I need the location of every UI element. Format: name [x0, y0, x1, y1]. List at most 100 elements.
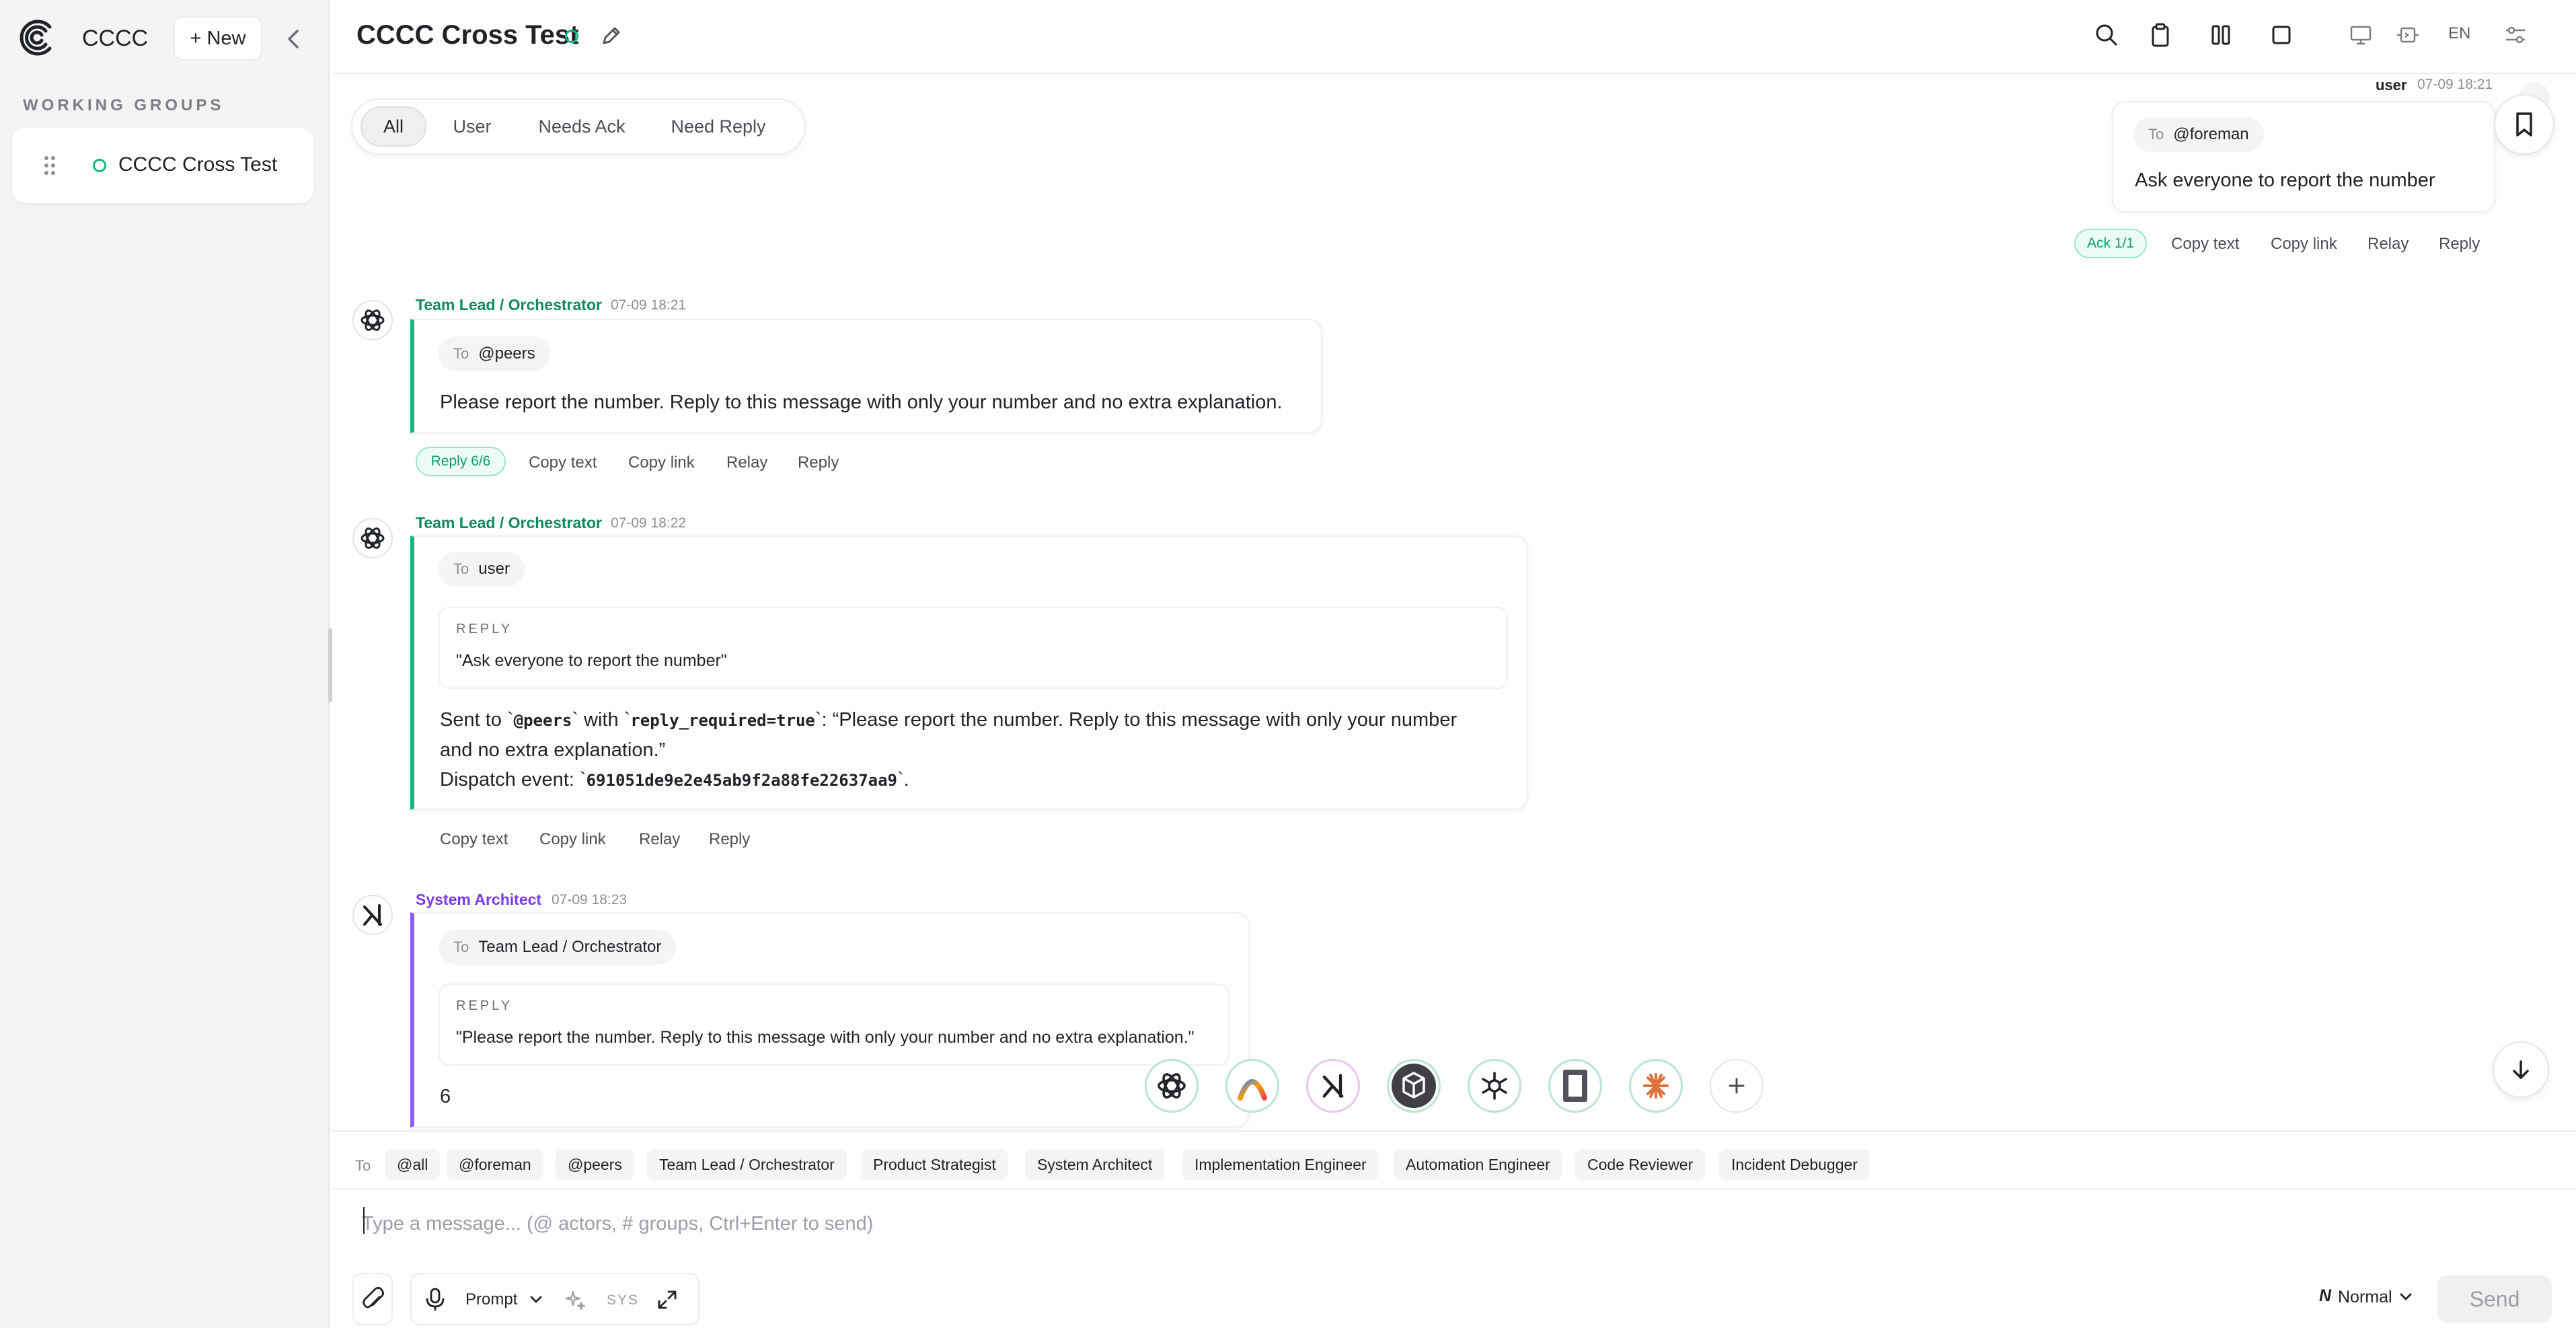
mode-dropdown[interactable]: Normal	[2338, 1288, 2392, 1307]
ack-badge[interactable]: Ack 1/1	[2074, 229, 2147, 258]
recipient-pill: To user	[439, 552, 525, 587]
composer-divider	[331, 1188, 2576, 1189]
tab-all[interactable]: All	[361, 106, 426, 147]
message-sender: user	[2376, 77, 2407, 94]
to-label: To	[355, 1157, 371, 1174]
reply-button[interactable]: Reply	[798, 453, 839, 472]
openai-avatar-icon	[352, 300, 393, 340]
tab-need-reply[interactable]: Need Reply	[651, 106, 786, 147]
copy-text-button[interactable]: Copy text	[440, 830, 508, 849]
reply-quote-text: "Please report the number. Reply to this…	[456, 1028, 1195, 1047]
sys-toggle[interactable]: SYS	[607, 1292, 639, 1308]
clipboard-icon[interactable]	[2147, 22, 2174, 48]
attach-button[interactable]	[352, 1273, 393, 1325]
reply-button[interactable]: Reply	[709, 830, 750, 849]
columns-icon[interactable]	[2207, 22, 2234, 48]
recipient-chip-automation-engineer[interactable]: Automation Engineer	[1394, 1149, 1562, 1180]
sidebar-group-cccc-cross-test[interactable]: CCCC Cross Test	[12, 128, 313, 203]
code-fragment: reply_required=true	[630, 711, 815, 730]
app-name: CCCC	[82, 26, 149, 51]
text-fragment: Dispatch event: `	[440, 769, 586, 790]
text-fragment: Sent to `	[440, 709, 514, 731]
recipient: Team Lead / Orchestrator	[478, 938, 662, 956]
actor-cube-icon[interactable]	[1387, 1059, 1441, 1113]
recipient-pill: To Team Lead / Orchestrator	[439, 930, 677, 965]
message-filter-tabs: All User Needs Ack Need Reply	[351, 98, 806, 155]
tab-needs-ack[interactable]: Needs Ack	[531, 106, 632, 147]
actor-gradient-a-icon[interactable]	[1225, 1059, 1279, 1113]
recipient-pill: To @foreman	[2133, 117, 2264, 152]
prompt-dropdown[interactable]: Prompt	[465, 1290, 517, 1309]
square-icon[interactable]	[2268, 22, 2295, 48]
expand-icon[interactable]	[655, 1288, 679, 1315]
send-button[interactable]: Send	[2437, 1276, 2552, 1323]
recipient-chip-foreman[interactable]: @foreman	[447, 1149, 543, 1180]
relay-button[interactable]: Relay	[2367, 235, 2409, 254]
reply-quote-box: REPLY "Ask everyone to report the number…	[439, 607, 1508, 689]
reply-quote-text: "Ask everyone to report the number"	[456, 651, 727, 670]
to-label: To	[453, 938, 469, 955]
copy-link-button[interactable]: Copy link	[628, 453, 695, 472]
actor-claude-icon[interactable]	[1629, 1059, 1683, 1113]
new-group-button[interactable]: + New	[174, 16, 262, 61]
text-fragment: `: “Please report the number. Reply to t…	[815, 709, 1457, 731]
actor-xai-icon[interactable]	[1306, 1059, 1360, 1113]
copy-link-button[interactable]: Copy link	[539, 830, 606, 849]
sidebar-resize-handle[interactable]	[328, 628, 332, 702]
collapse-sidebar-icon[interactable]	[281, 26, 305, 52]
recipient-chip-code-reviewer[interactable]: Code Reviewer	[1575, 1149, 1706, 1180]
actor-window-icon[interactable]	[1548, 1059, 1602, 1113]
app-window: CCCC + New WORKING GROUPS CCCC Cross Tes…	[0, 0, 2576, 1328]
reply-button[interactable]: Reply	[2439, 235, 2480, 254]
composer-toolbar: Prompt SYS	[410, 1273, 699, 1325]
actor-openai-icon[interactable]	[1145, 1059, 1199, 1113]
recipient-chip-implementation-engineer[interactable]: Implementation Engineer	[1182, 1149, 1379, 1180]
tab-user[interactable]: User	[441, 106, 503, 147]
message-text: Ask everyone to report the number	[2135, 170, 2435, 191]
reply-quote-box: REPLY "Please report the number. Reply t…	[439, 984, 1229, 1066]
group-status-dot	[93, 159, 106, 172]
recipient-chip-incident-debugger[interactable]: Incident Debugger	[1719, 1149, 1870, 1180]
group-status-dot	[565, 30, 578, 43]
message-time: 07-09 18:22	[611, 515, 687, 531]
recipient: @peers	[478, 344, 535, 363]
bookmark-icon[interactable]	[2494, 94, 2554, 155]
microphone-icon[interactable]	[424, 1286, 447, 1317]
settings-sliders-icon[interactable]	[2502, 22, 2529, 48]
actor-asterisk-icon[interactable]	[1468, 1059, 1521, 1113]
copy-link-button[interactable]: Copy link	[2271, 235, 2337, 254]
message-input[interactable]	[362, 1207, 2514, 1241]
working-groups-heading: WORKING GROUPS	[23, 96, 225, 114]
code-fragment: 691051de9e2e45ab9f2a88fe22637aa9	[586, 771, 897, 790]
copy-text-button[interactable]: Copy text	[2171, 235, 2239, 254]
openai-avatar-icon	[352, 518, 393, 558]
relay-button[interactable]: Relay	[639, 830, 680, 849]
reply-label: REPLY	[456, 998, 513, 1013]
chevron-down-icon[interactable]	[2398, 1290, 2413, 1307]
terminal-icon[interactable]	[2394, 22, 2421, 48]
text-fragment: `.	[897, 769, 909, 790]
recipient-chip-all[interactable]: @all	[385, 1149, 441, 1180]
chevron-down-icon[interactable]	[529, 1293, 543, 1310]
edit-title-pencil-icon[interactable]	[600, 24, 623, 47]
add-actor-plus-icon[interactable]	[1710, 1059, 1764, 1113]
recipient-chip-peers[interactable]: @peers	[556, 1149, 634, 1180]
to-label: To	[453, 560, 469, 577]
reply-count-badge[interactable]: Reply 6/6	[416, 447, 506, 476]
drag-handle-icon[interactable]	[42, 153, 58, 178]
to-label: To	[453, 345, 469, 362]
header: CCCC Cross Test EN	[331, 0, 2576, 74]
recipient-chip-product-strategist[interactable]: Product Strategist	[861, 1149, 1008, 1180]
relay-button[interactable]: Relay	[726, 453, 767, 472]
recipient-chip-team-lead[interactable]: Team Lead / Orchestrator	[647, 1149, 847, 1180]
search-icon[interactable]	[2093, 22, 2120, 48]
recipient-chip-system-architect[interactable]: System Architect	[1025, 1149, 1165, 1180]
monitor-icon[interactable]	[2347, 22, 2374, 48]
copy-text-button[interactable]: Copy text	[529, 453, 597, 472]
recipient-pill: To @peers	[439, 336, 550, 371]
reply-label: REPLY	[456, 622, 513, 636]
recipient: @foreman	[2173, 125, 2249, 143]
sparkle-icon[interactable]	[564, 1288, 586, 1315]
scroll-to-bottom-arrow-icon[interactable]	[2493, 1041, 2549, 1098]
language-switch[interactable]: EN	[2448, 24, 2470, 43]
